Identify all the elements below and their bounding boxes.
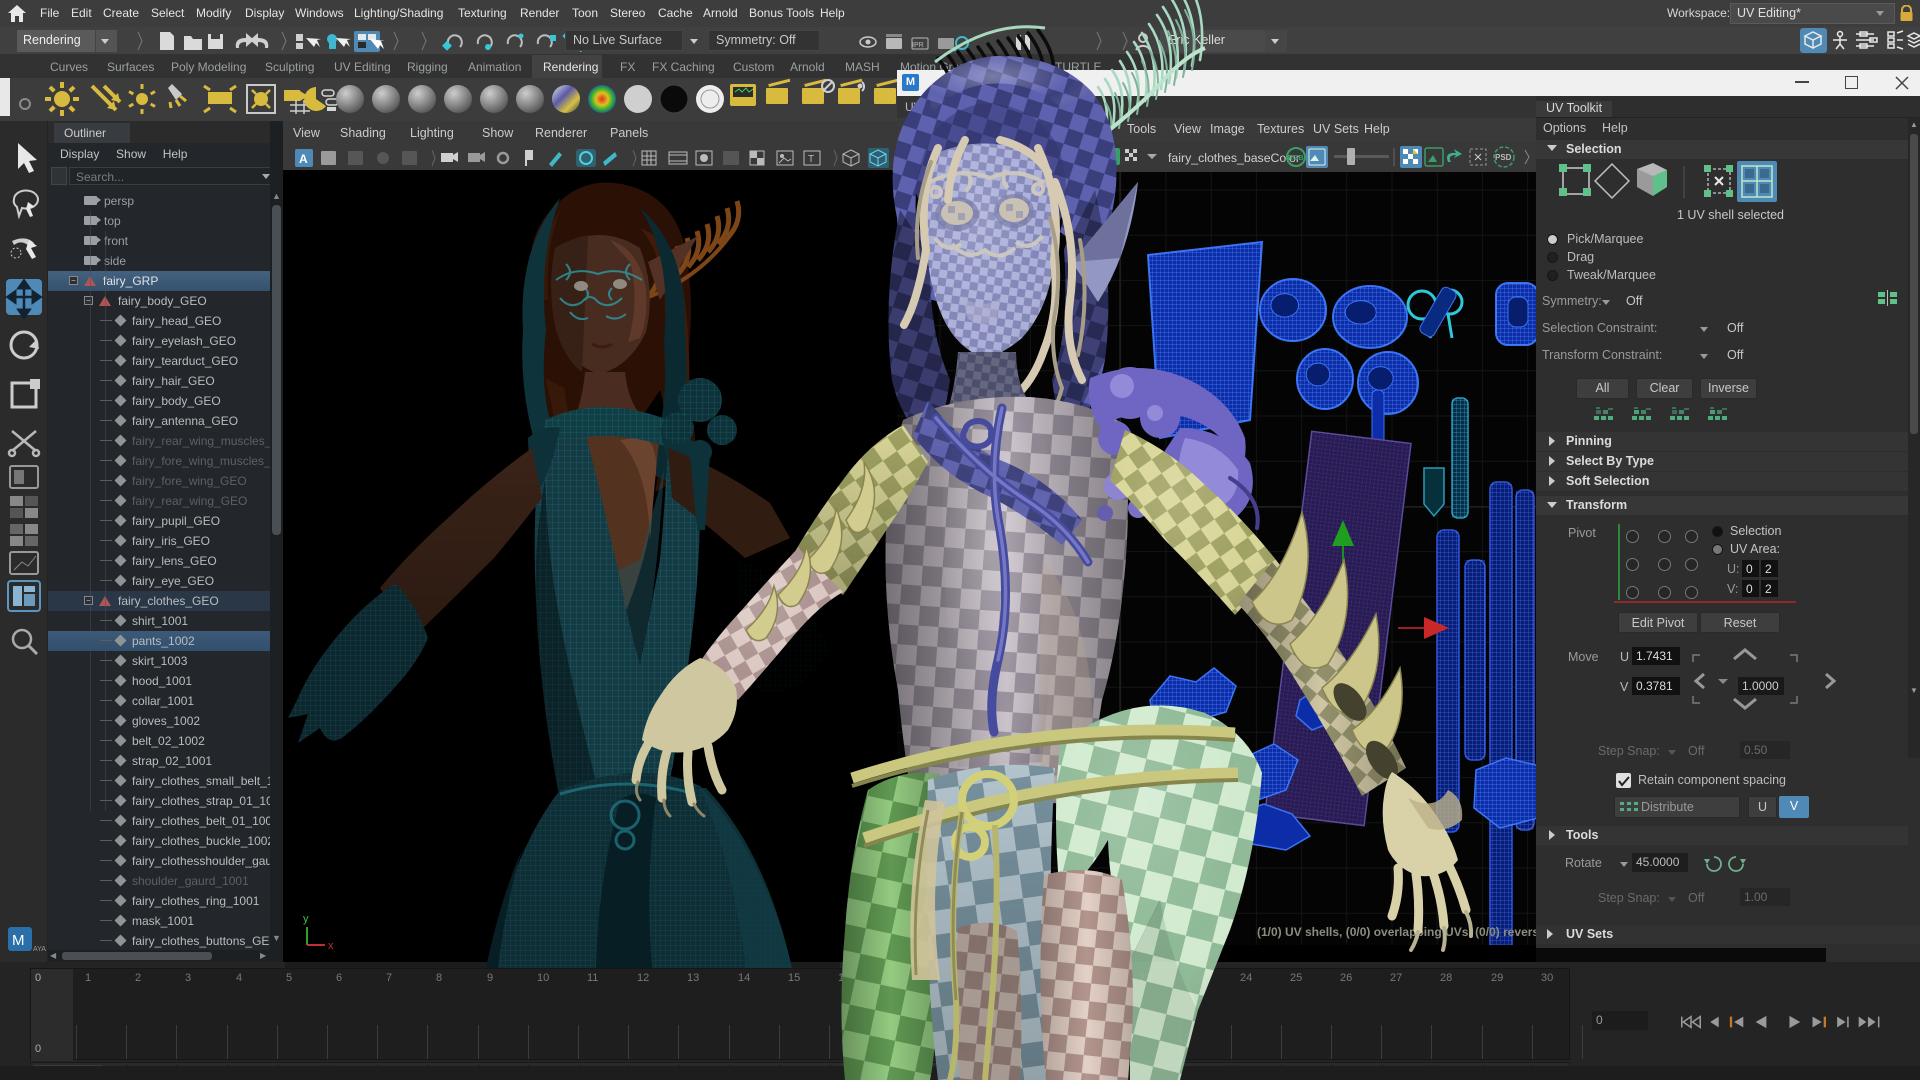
svg-text:x: x bbox=[328, 940, 334, 952]
svg-text:AYA: AYA bbox=[33, 946, 46, 953]
svg-text:M: M bbox=[12, 932, 25, 949]
svg-text:y: y bbox=[303, 913, 309, 925]
